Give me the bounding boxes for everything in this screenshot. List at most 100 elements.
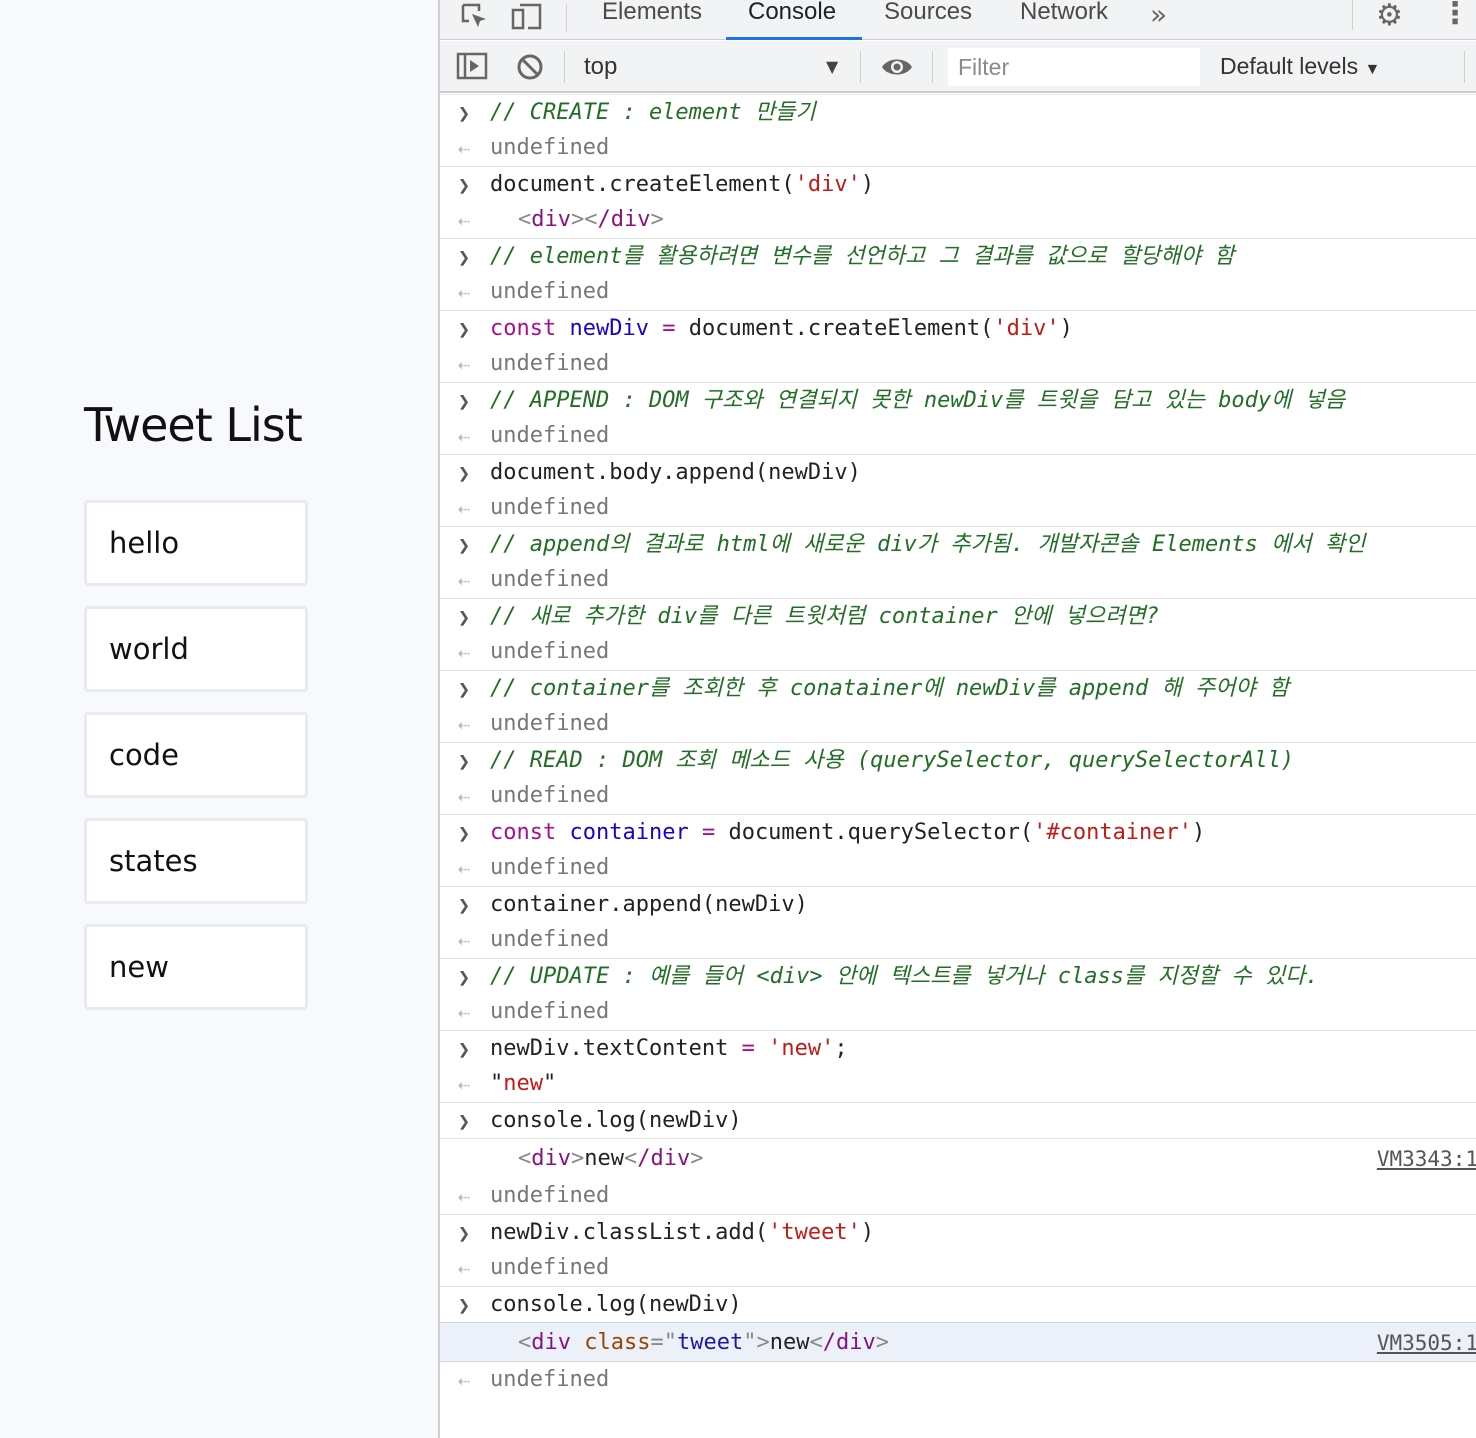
chevron-right-icon[interactable]: ❯ [458, 1031, 478, 1067]
return-arrow-icon: ⇠ [458, 1000, 471, 1024]
tab-sources[interactable]: Sources [884, 0, 972, 40]
console-result-line: ⇠ undefined [440, 562, 1476, 598]
console-input-line: ❯ // append의 결과로 html에 새로운 div가 추가됨. 개발자콘… [440, 526, 1476, 562]
console-input-text: // 새로 추가한 div를 다른 트윗처럼 container 안에 넣으려면… [490, 604, 1159, 629]
tweet-item: new [84, 924, 308, 1010]
console-toolbar: top ▼ Default levels ▼ [440, 41, 1476, 93]
console-result-text: undefined [490, 135, 610, 160]
console-result-text: undefined [490, 1183, 610, 1208]
console-input-line: ❯ // container를 조회한 후 conatainer에 newDiv를… [440, 670, 1476, 706]
chevron-right-icon[interactable]: ❯ [458, 239, 478, 275]
return-arrow-icon: ⇠ [458, 496, 471, 520]
console-input-text: // CREATE : element 만들기 [490, 100, 816, 125]
console-result-line: ⇠ undefined [440, 1250, 1476, 1286]
console-result-line: ⇠ undefined [440, 994, 1476, 1030]
log-levels-dropdown[interactable]: Default levels ▼ [1220, 53, 1380, 80]
console-input-text: const container = document.querySelector… [490, 820, 1206, 845]
console-result-text: "new" [490, 1071, 557, 1096]
chevron-double-right-icon[interactable]: » [1150, 0, 1167, 31]
chevron-right-icon[interactable]: ❯ [458, 815, 478, 851]
device-toolbar-icon[interactable] [510, 2, 544, 36]
return-arrow-icon: ⇠ [458, 136, 471, 160]
console-result-line: ⇠ undefined [440, 490, 1476, 526]
console-input-text: // element를 활용하려면 변수를 선언하고 그 결과를 값으로 할당해… [490, 244, 1235, 269]
console-input-text: // container를 조회한 후 conatainer에 newDiv를 … [490, 676, 1290, 701]
tweet-item: code [84, 712, 308, 798]
context-selector[interactable]: top [584, 53, 617, 81]
console-result-text: undefined [490, 1367, 610, 1392]
console-input-line: ❯ document.createElement('div') [440, 166, 1476, 202]
toolbar-divider [566, 4, 567, 32]
console-result-line: ⇠ undefined [440, 1362, 1476, 1398]
chevron-right-icon[interactable]: ❯ [458, 959, 478, 995]
console-input-text: container.append(newDiv) [490, 892, 808, 917]
chevron-down-icon[interactable]: ▼ [826, 57, 838, 76]
return-arrow-icon: ⇠ [458, 1184, 471, 1208]
console-result-text: undefined [490, 855, 610, 880]
toolbar-divider [564, 51, 565, 83]
console-input-line: ❯ // CREATE : element 만들기 [440, 94, 1476, 130]
chevron-right-icon[interactable]: ❯ [458, 1215, 478, 1251]
tab-elements[interactable]: Elements [602, 0, 702, 40]
chevron-right-icon[interactable]: ❯ [458, 527, 478, 563]
console-log-line: <div>new</div> VM3343:1 [440, 1138, 1476, 1178]
chevron-right-icon[interactable]: ❯ [458, 887, 478, 923]
chevron-right-icon[interactable]: ❯ [458, 95, 478, 131]
page-title: Tweet List [84, 398, 303, 452]
console-input-line: ❯ document.body.append(newDiv) [440, 454, 1476, 490]
console-result-text: undefined [490, 639, 610, 664]
console-result-line: ⇠ undefined [440, 850, 1476, 886]
return-arrow-icon: ⇠ [458, 928, 471, 952]
console-result-text: undefined [490, 927, 610, 952]
source-link[interactable]: VM3343:1 [1377, 1139, 1476, 1179]
console-input-line: ❯ console.log(newDiv) [440, 1286, 1476, 1322]
tab-network[interactable]: Network [1020, 0, 1108, 40]
chevron-right-icon[interactable]: ❯ [458, 311, 478, 347]
console-input-line: ❯ // 새로 추가한 div를 다른 트윗처럼 container 안에 넣으려… [440, 598, 1476, 634]
inspect-element-icon[interactable] [460, 2, 490, 36]
chevron-right-icon[interactable]: ❯ [458, 167, 478, 203]
console-log-text: <div class="tweet">new</div> [518, 1330, 889, 1355]
console-result-text: undefined [490, 567, 610, 592]
console-output[interactable]: ❯ // CREATE : element 만들기 ⇠ undefined ❯ docum… [440, 94, 1476, 1398]
tweet-item: world [84, 606, 308, 692]
tab-console[interactable]: Console [726, 0, 862, 40]
chevron-right-icon[interactable]: ❯ [458, 1103, 478, 1139]
return-arrow-icon: ⇠ [458, 1256, 471, 1280]
more-options-icon[interactable]: ⋮ [1440, 0, 1470, 31]
console-input-text: newDiv.classList.add('tweet') [490, 1220, 875, 1245]
devtools-panel: Elements Console Sources Network » ⚙ ⋮ t… [438, 0, 1476, 1438]
return-arrow-icon: ⇠ [458, 208, 471, 232]
chevron-right-icon[interactable]: ❯ [458, 383, 478, 419]
console-result-line: ⇠ undefined [440, 706, 1476, 742]
return-arrow-icon: ⇠ [458, 568, 471, 592]
log-levels-label: Default levels [1220, 53, 1359, 79]
console-input-text: document.body.append(newDiv) [490, 460, 861, 485]
chevron-right-icon[interactable]: ❯ [458, 1287, 478, 1323]
return-arrow-icon: ⇠ [458, 424, 471, 448]
clear-console-icon[interactable] [516, 53, 544, 85]
console-result-line: ⇠ <div></div> [440, 202, 1476, 238]
chevron-right-icon[interactable]: ❯ [458, 671, 478, 707]
console-result-text: undefined [490, 711, 610, 736]
sidebar-toggle-icon[interactable] [456, 52, 488, 84]
tweet-item: hello [84, 500, 308, 586]
chevron-right-icon[interactable]: ❯ [458, 743, 478, 779]
toolbar-divider [932, 51, 933, 83]
eye-icon[interactable] [880, 55, 914, 83]
filter-input[interactable] [948, 48, 1200, 86]
toolbar-divider [1352, 0, 1353, 30]
chevron-right-icon[interactable]: ❯ [458, 455, 478, 491]
console-result-line: ⇠ undefined [440, 634, 1476, 670]
console-input-line: ❯ console.log(newDiv) [440, 1102, 1476, 1138]
console-input-text: // READ : DOM 조회 메소드 사용 (querySelector, … [490, 748, 1294, 773]
gear-icon[interactable]: ⚙ [1376, 0, 1403, 33]
return-arrow-icon: ⇠ [458, 712, 471, 736]
console-result-text: undefined [490, 423, 610, 448]
chevron-right-icon[interactable]: ❯ [458, 599, 478, 635]
return-arrow-icon: ⇠ [458, 640, 471, 664]
console-input-line: ❯ newDiv.classList.add('tweet') [440, 1214, 1476, 1250]
return-arrow-icon: ⇠ [458, 856, 471, 880]
console-log-text: <div>new</div> [518, 1146, 704, 1171]
source-link[interactable]: VM3505:1 [1377, 1323, 1476, 1363]
